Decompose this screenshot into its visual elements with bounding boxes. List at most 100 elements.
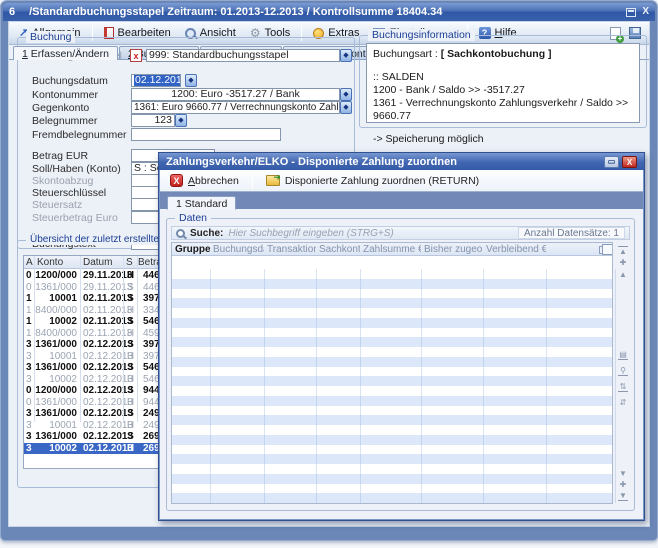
tab-standard[interactable]: 1 Standard [167, 196, 236, 210]
kontonummer-dropdown-icon[interactable]: ◆ [340, 88, 352, 101]
belegnummer-spinner-icon[interactable]: ◆ [175, 114, 187, 127]
cell-a: 3 [26, 431, 35, 443]
cancel-label: Abbrechen [188, 175, 239, 187]
belegnummer-label: Belegnummer [32, 115, 97, 127]
main-titlebar[interactable]: 6 /Standardbuchungsstapel Zeitraum: 01.2… [3, 3, 655, 21]
close-icon[interactable]: X [642, 7, 649, 17]
window-title: /Standardbuchungsstapel Zeitraum: 01.201… [29, 6, 442, 18]
clear-field-icon[interactable]: x [130, 49, 142, 62]
col-filler [546, 243, 595, 256]
dialog-close-icon[interactable]: X [622, 156, 637, 168]
cell-s: H [124, 270, 137, 282]
sort-asc-icon[interactable]: ⇅ [618, 382, 628, 392]
empty-row[interactable] [172, 503, 612, 513]
minimize-icon[interactable]: ▭ [604, 156, 619, 168]
cell-konto: 10002 [35, 443, 77, 455]
restore-icon[interactable] [626, 8, 636, 17]
buchungsdatum-spinner-icon[interactable]: ◆ [185, 74, 197, 87]
tab-1[interactable]: 1 Erfassen/Ändern [13, 46, 118, 60]
dialog-titlebar[interactable]: Zahlungsverkehr/ELKO - Disponierte Zahlu… [159, 153, 644, 170]
col-gruppe[interactable]: Gruppe [172, 243, 210, 256]
dialog-title: Zahlungsverkehr/ELKO - Disponierte Zahlu… [166, 156, 457, 168]
cancel-button[interactable]: X Abbrechen [166, 172, 243, 189]
buchungsart-value: [ Sachkontobuchung ] [441, 48, 552, 60]
cell-konto: 10002 [35, 374, 77, 386]
col-verbleibend[interactable]: Verbleibend € [483, 243, 546, 256]
buchung-group-legend: Buchung [26, 31, 75, 43]
scroll-down-icon[interactable]: ▼ [618, 469, 628, 478]
table-side-controls: ▲ ✚ ▲ ▤ ⚲ ⇅ ⇵ ▼ ✚ ▼ [615, 242, 631, 504]
cell-datum: 02.12.2013 [83, 443, 127, 455]
cell-s: H [124, 397, 137, 409]
sort-desc-icon[interactable]: ⇵ [618, 398, 628, 407]
cell-konto: 1361/000 [35, 431, 77, 443]
add-icon[interactable]: ✚ [618, 258, 628, 267]
cell-s: H [124, 351, 137, 363]
search-tool-icon[interactable]: ⚲ [618, 366, 628, 376]
cell-datum: 02.12.2013 [83, 420, 127, 432]
cell-s: S [124, 339, 137, 351]
buchungsdatum-label: Buchungsdatum [32, 75, 108, 87]
col-a[interactable]: A [26, 257, 33, 268]
search-placeholder[interactable]: Hier Suchbegriff eingeben (STRG+S) [228, 228, 393, 239]
columns-icon[interactable]: ▤ [618, 350, 628, 360]
cell-datum: 02.12.2013 [83, 374, 127, 386]
col-sachkonto[interactable]: Sachkonto [316, 243, 360, 256]
cell-s: H [124, 328, 137, 340]
col-konto[interactable]: Konto [37, 257, 63, 268]
buchungsschluessel-dropdown-icon[interactable]: ◆ [340, 49, 352, 62]
col-bisher-zugeordnet[interactable]: Bisher zugeordnet [421, 243, 483, 256]
kontonummer-select[interactable]: 1200: Euro -3517.27 / Bank [131, 88, 340, 101]
search-label: Suche: [190, 228, 223, 239]
gegenkonto-select[interactable]: 1361: Euro 9660.77 / Verrechnungskonto Z… [131, 101, 340, 114]
cell-datum: 29.11.2013 [83, 282, 127, 294]
cell-datum: 02.12.2013 [83, 431, 127, 443]
search-bar[interactable]: Suche: Hier Suchbegriff eingeben (STRG+S… [171, 226, 630, 240]
cell-s: S [124, 293, 137, 305]
daten-group: Daten Suche: Hier Suchbegriff eingeben (… [166, 218, 635, 511]
fremdbelegnummer-input[interactable] [131, 128, 281, 141]
cell-s: S [124, 282, 137, 294]
assign-payment-label: Disponierte Zahlung zuordnen (RETURN) [285, 175, 479, 187]
col-buchungsdatum[interactable]: Buchungsdatum [210, 243, 264, 256]
cell-s: S [124, 431, 137, 443]
cancel-icon: X [170, 174, 183, 187]
screen: 6 /Standardbuchungsstapel Zeitraum: 01.2… [0, 0, 658, 548]
assign-payment-icon [266, 175, 280, 186]
cell-datum: 02.12.2013 [83, 408, 127, 420]
cell-datum: 02.12.2013 [83, 351, 127, 363]
cell-datum: 02.11.2013 [83, 293, 127, 305]
window-number: 6 [9, 6, 15, 18]
col-zahlsumme[interactable]: Zahlsumme € [360, 243, 421, 256]
cell-konto: 10001 [35, 420, 77, 432]
gegenkonto-dropdown-icon[interactable]: ◆ [340, 101, 352, 114]
col-datum[interactable]: Datum [83, 257, 112, 268]
dialog-body: Daten Suche: Hier Suchbegriff eingeben (… [160, 209, 643, 519]
payments-header[interactable]: Gruppe Buchungsdatum Transaktion Sachkon… [172, 243, 612, 256]
scroll-up-icon[interactable]: ▲ [618, 270, 628, 279]
add2-icon[interactable]: ✚ [618, 480, 628, 489]
col-transaktion[interactable]: Transaktion [264, 243, 316, 256]
toolbar-separator [252, 173, 253, 189]
assign-payment-button[interactable]: Disponierte Zahlung zuordnen (RETURN) [262, 173, 483, 189]
cell-s: S [124, 316, 137, 328]
cell-datum: 02.12.2013 [83, 397, 127, 409]
daten-legend: Daten [175, 212, 211, 224]
cell-a: 3 [26, 443, 35, 455]
cell-konto: 8400/000 [35, 305, 77, 317]
scroll-last-icon[interactable]: ▼ [618, 491, 628, 501]
dialog-window: Zahlungsverkehr/ELKO - Disponierte Zahlu… [158, 152, 645, 521]
cell-konto: 10001 [35, 351, 77, 363]
kontonummer-label: Kontonummer [32, 89, 98, 101]
scroll-first-icon[interactable]: ▲ [618, 246, 628, 256]
cell-s: S [124, 362, 137, 374]
cell-konto: 1200/000 [35, 270, 77, 282]
buchungsschluessel-select[interactable]: 999: Standardbuchungsstapel [146, 49, 340, 62]
buchungsinformation-text: Buchungsart : [ Sachkontobuchung ] :: SA… [366, 43, 640, 123]
copy-grid-icon[interactable] [595, 243, 612, 256]
col-s[interactable]: S [126, 257, 133, 268]
gegenkonto-label: Gegenkonto [32, 102, 89, 114]
cell-konto: 1361/000 [35, 397, 77, 409]
buchungsdatum-input[interactable]: 02.12.2013 [131, 74, 181, 87]
belegnummer-input[interactable]: 123 [131, 114, 175, 127]
